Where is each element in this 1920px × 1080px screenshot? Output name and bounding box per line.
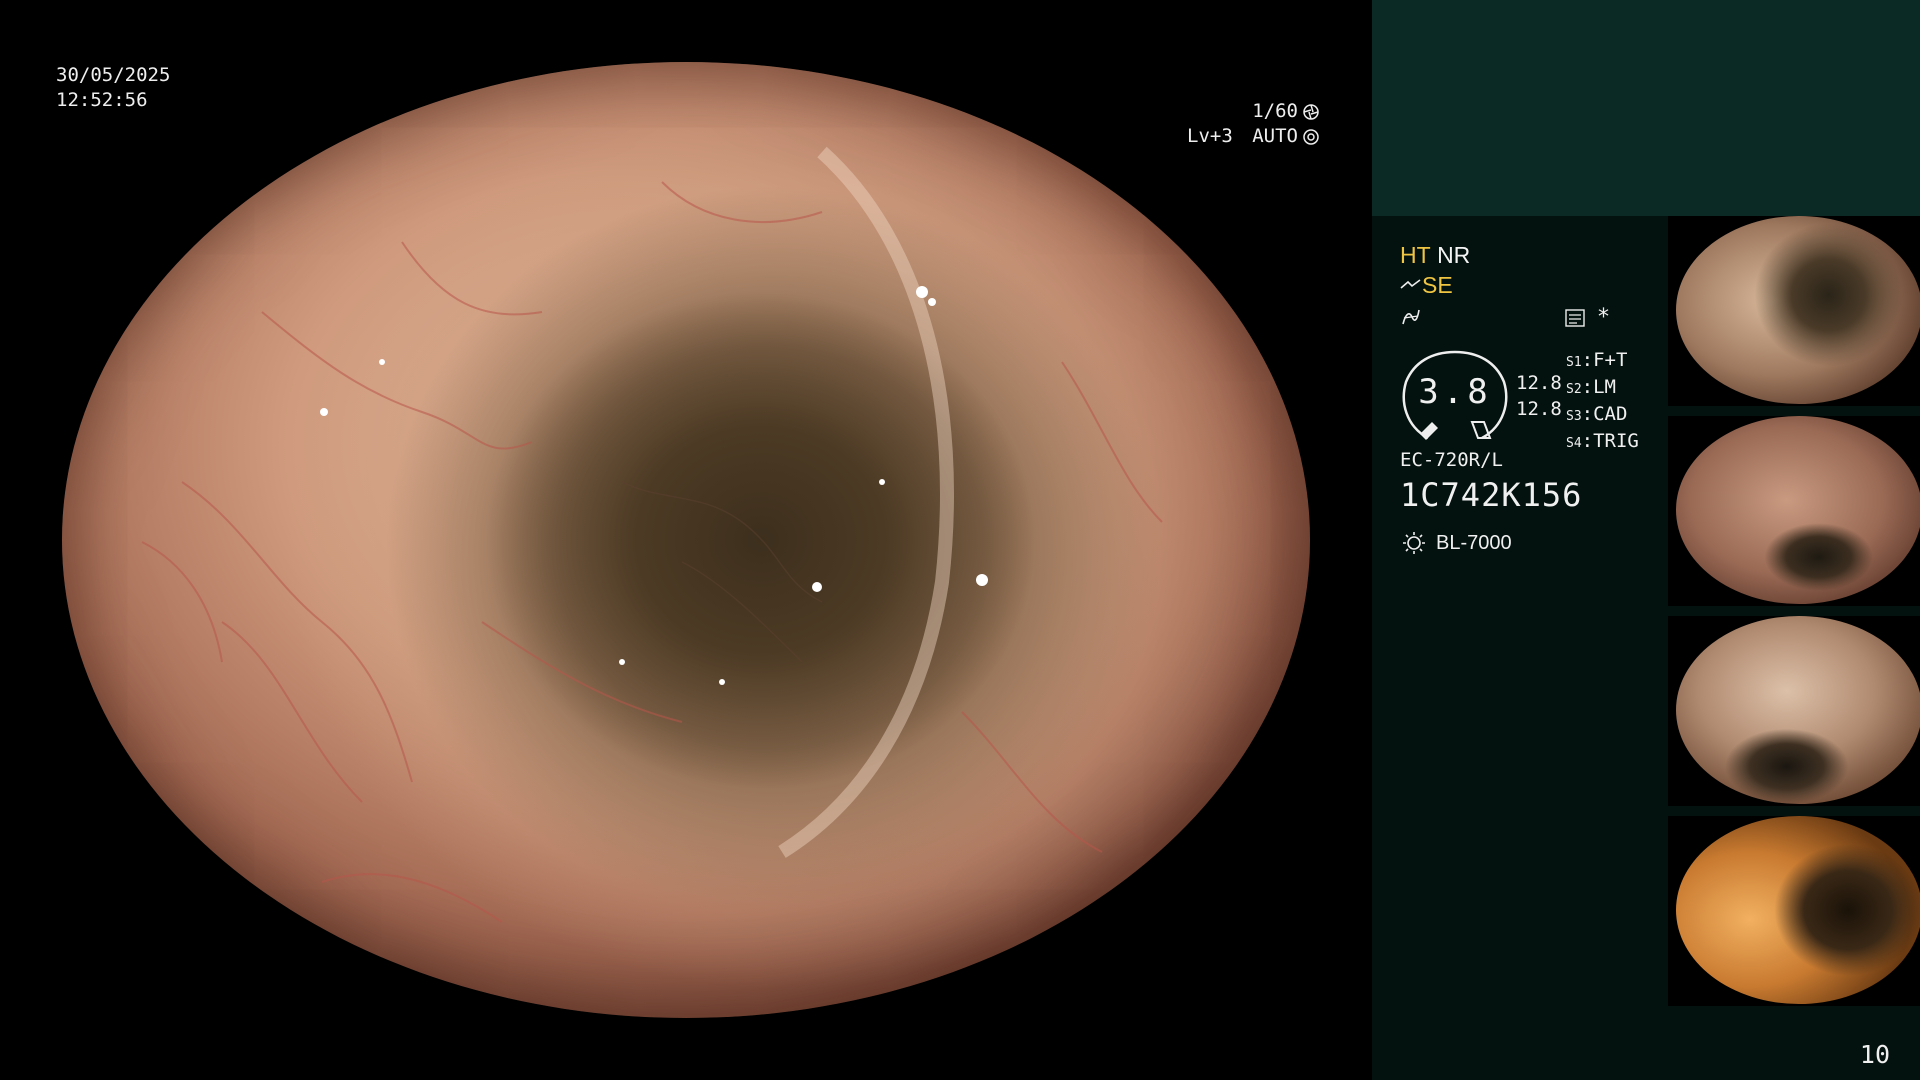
enhancement-icon xyxy=(1400,279,1421,289)
asterisk-indicator: * xyxy=(1598,305,1609,330)
filter-icon xyxy=(1402,309,1420,325)
aux-icons: * xyxy=(1564,305,1609,330)
captured-thumbnail[interactable] xyxy=(1668,616,1920,806)
frame-mask-bottom xyxy=(0,1018,1372,1080)
setting-item: S2:LM xyxy=(1566,376,1616,398)
gauge-readings: 12.8 12.8 xyxy=(1516,370,1562,422)
colon-lumen-image xyxy=(62,62,1310,1018)
reading-1: 12.8 xyxy=(1516,372,1562,394)
datetime-overlay: 30/05/2025 12:52:56 xyxy=(56,63,170,113)
memo-icon xyxy=(1565,308,1585,327)
settings-list: S1:F+T S2:LM S3:CAD S4:TRIG xyxy=(1566,348,1639,456)
captured-thumbnail[interactable] xyxy=(1668,416,1920,606)
setting-item: S4:TRIG xyxy=(1566,430,1639,452)
frame-number: 10 xyxy=(1859,1040,1890,1069)
scope-model: EC-720R/L xyxy=(1400,449,1503,471)
shutter-text: 1/60 xyxy=(1252,100,1298,122)
frame-mask-top xyxy=(0,0,1372,62)
ht-indicator: HT xyxy=(1400,242,1431,268)
iris-icon xyxy=(1303,128,1319,145)
gauge-value: 3.8 xyxy=(1418,372,1492,412)
captured-thumbnail[interactable] xyxy=(1668,816,1920,1006)
vessel-pattern xyxy=(141,146,1163,923)
level-text: Lv+3 xyxy=(1187,125,1233,147)
date-text: 30/05/2025 xyxy=(56,64,171,86)
info-panel-header xyxy=(1372,0,1920,216)
lamp-icon xyxy=(1403,532,1425,554)
setting-item: S3:CAD xyxy=(1566,403,1628,425)
nr-indicator: NR xyxy=(1437,242,1471,268)
light-source-label: BL-7000 xyxy=(1436,531,1512,554)
time-text: 12:52:56 xyxy=(56,89,148,111)
scope-serial: 1C742K156 xyxy=(1400,476,1583,514)
status-block: HT NR SE xyxy=(1400,240,1650,300)
reading-2: 12.8 xyxy=(1516,398,1562,420)
exposure-overlay: 1/60 Lv+3 AUTO xyxy=(1187,99,1320,149)
thumbnail-image xyxy=(1676,816,1920,1004)
thumbnail-image xyxy=(1676,416,1920,604)
captured-thumbnail[interactable] xyxy=(1668,216,1920,406)
thumbnail-image xyxy=(1676,216,1920,404)
shutter-icon xyxy=(1303,103,1319,120)
setting-item: S1:F+T xyxy=(1566,349,1628,371)
filter-indicator xyxy=(1400,306,1422,328)
thumbnail-image xyxy=(1676,616,1920,804)
iris-mode-text: AUTO xyxy=(1252,125,1298,147)
se-indicator: SE xyxy=(1422,272,1453,298)
light-source: BL-7000 xyxy=(1400,530,1512,556)
endoscope-view: 30/05/2025 12:52:56 1/60 Lv+3 AUTO xyxy=(0,0,1372,1080)
